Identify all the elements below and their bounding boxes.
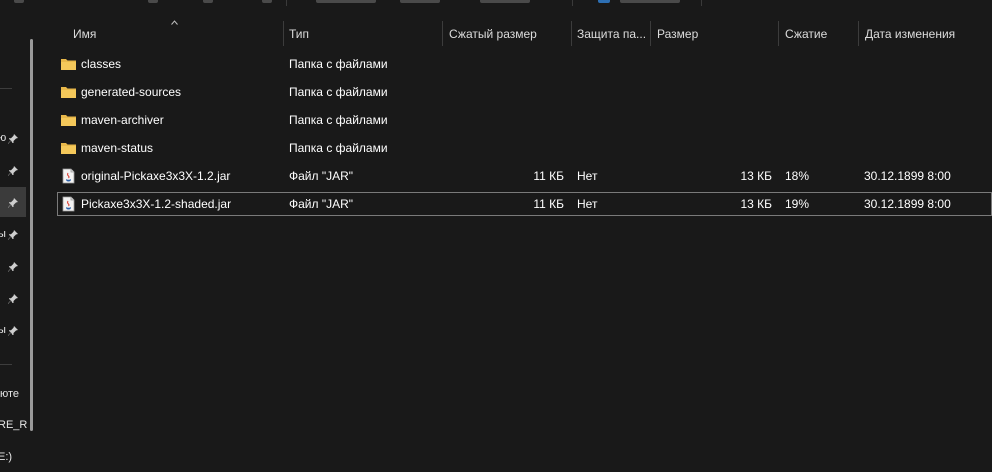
nav-divider (0, 364, 12, 365)
nav-quick-access-item[interactable] (0, 191, 26, 215)
toolbar-button-fragment[interactable] (598, 0, 610, 3)
file-protection: Нет (577, 169, 598, 183)
nav-scrollbar[interactable] (30, 39, 33, 431)
toolbar-button-fragment[interactable] (480, 0, 530, 3)
column-header-size[interactable]: Размер (652, 19, 778, 47)
file-name: maven-status (81, 141, 154, 155)
jar-file-icon (62, 168, 75, 184)
column-header-compressed-size[interactable]: Сжатый размер (444, 19, 570, 47)
file-name: maven-archiver (81, 113, 164, 127)
folder-icon (61, 115, 76, 126)
column-separator[interactable] (858, 21, 859, 46)
file-list-view: Имя Тип Сжатый размер Защита па... Разме… (40, 19, 992, 472)
nav-this-pc-item[interactable]: юте (0, 383, 26, 407)
toolbar-button-fragment[interactable] (316, 0, 376, 3)
file-ratio: 18% (785, 169, 810, 183)
pin-icon (8, 134, 18, 144)
file-type: Папка с файлами (289, 113, 388, 127)
navigation-pane: ю ы ы юте RE_R E:) (0, 19, 40, 472)
file-protection: Нет (577, 197, 598, 211)
table-row[interactable]: maven-archiver Папка с файлами (57, 108, 992, 132)
pin-icon (8, 230, 18, 240)
file-ratio: 19% (785, 197, 810, 211)
file-modified: 30.12.1899 8:00 (864, 169, 951, 183)
nav-item-label: E:) (0, 451, 13, 463)
nav-quick-access-item[interactable]: ю (0, 127, 26, 151)
toolbar-button-fragment[interactable] (14, 0, 24, 3)
column-header-row: Имя Тип Сжатый размер Защита па... Разме… (40, 19, 992, 47)
nav-drive-item[interactable]: E:) (0, 446, 26, 470)
file-name: original-Pickaxe3x3X-1.2.jar (81, 169, 231, 183)
file-type: Папка с файлами (289, 141, 388, 155)
file-type: Файл "JAR" (289, 197, 354, 211)
folder-icon (61, 59, 76, 70)
nav-quick-access-item[interactable] (0, 159, 26, 183)
table-row[interactable]: classes Папка с файлами (57, 52, 992, 76)
nav-item-label: RE_R (0, 419, 28, 431)
column-header-modified[interactable]: Дата изменения (860, 19, 992, 47)
folder-icon (61, 143, 76, 154)
toolbar-button-fragment[interactable] (400, 0, 440, 3)
file-size: 13 КБ (740, 169, 772, 183)
toolbar-button-fragment[interactable] (262, 0, 272, 3)
nav-quick-access-item[interactable]: ы (0, 319, 26, 343)
column-separator[interactable] (778, 21, 779, 46)
toolbar-button-fragment[interactable] (620, 0, 680, 3)
nav-divider (0, 88, 12, 89)
table-row[interactable]: original-Pickaxe3x3X-1.2.jar Файл "JAR" … (57, 164, 992, 188)
nav-quick-access-item[interactable] (0, 287, 26, 311)
file-type: Папка с файлами (289, 57, 388, 71)
file-type: Файл "JAR" (289, 169, 354, 183)
column-header-ratio[interactable]: Сжатие (780, 19, 858, 47)
toolbar-button-fragment[interactable] (148, 0, 158, 3)
column-separator[interactable] (650, 21, 651, 46)
column-header-type[interactable]: Тип (284, 19, 442, 47)
column-separator[interactable] (442, 21, 443, 46)
file-type: Папка с файлами (289, 85, 388, 99)
file-name: Pickaxe3x3X-1.2-shaded.jar (81, 197, 232, 211)
toolbar-button-fragment[interactable] (203, 0, 213, 3)
file-size: 13 КБ (740, 197, 772, 211)
jar-file-icon (62, 196, 75, 212)
sort-ascending-icon (171, 20, 178, 25)
file-compressed-size: 11 КБ (533, 169, 564, 183)
file-modified: 30.12.1899 8:00 (864, 197, 951, 211)
folder-icon (61, 87, 76, 98)
file-compressed-size: 11 КБ (533, 197, 564, 211)
nav-item-label: ы (0, 228, 6, 240)
nav-quick-access-item[interactable]: ы (0, 223, 26, 247)
pin-icon (8, 326, 18, 336)
table-row[interactable]: maven-status Папка с файлами (57, 136, 992, 160)
file-archive-window: ю ы ы юте RE_R E:) Имя Тип Сжатый размер… (0, 0, 992, 472)
toolbar-separator (572, 0, 573, 6)
pin-icon (8, 294, 18, 304)
pin-icon (8, 198, 18, 208)
table-row[interactable]: generated-sources Папка с файлами (57, 80, 992, 104)
table-row-selected[interactable]: Pickaxe3x3X-1.2-shaded.jar Файл "JAR" 11… (57, 192, 992, 216)
nav-item-label: юте (0, 388, 20, 400)
toolbar-separator (701, 0, 702, 6)
pin-icon (8, 262, 18, 272)
file-name: generated-sources (81, 85, 182, 99)
file-name: classes (81, 57, 122, 71)
nav-drive-item[interactable]: RE_R (0, 414, 28, 438)
pin-icon (8, 166, 18, 176)
column-header-protection[interactable]: Защита па... (572, 19, 650, 47)
nav-quick-access-item[interactable] (0, 255, 26, 279)
toolbar-strip (0, 0, 992, 19)
toolbar-separator (286, 0, 287, 6)
nav-item-label: ы (0, 324, 6, 336)
nav-item-label: ю (0, 132, 7, 144)
